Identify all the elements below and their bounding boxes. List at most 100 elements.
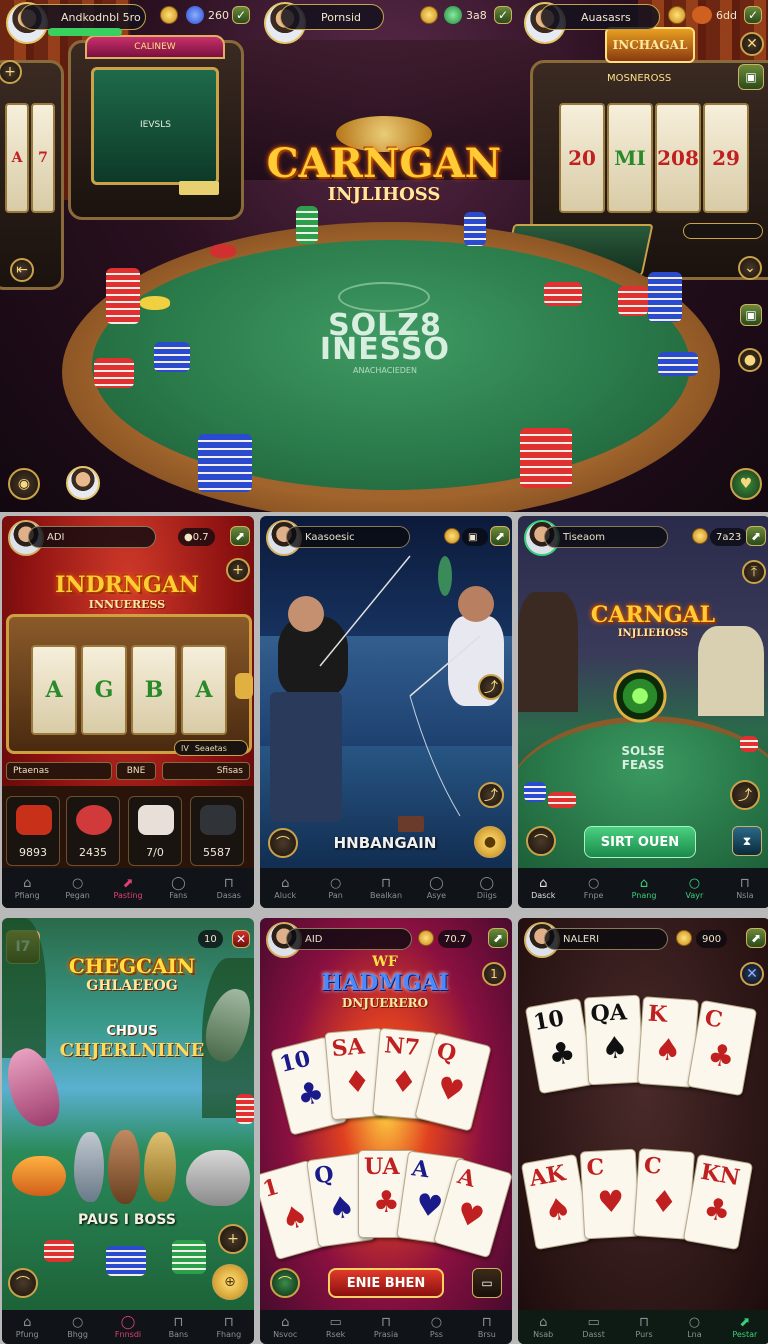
- bottom-nav: ⌂ Pfung ○ Bhgg ◯ Fnnsdi ⊓ Bans ⊓ Fhang: [2, 1310, 254, 1344]
- tile-table[interactable]: Tiseaom 7a23 ⬈ ⤒ CARNGAL INJLIEHOSS SOLS…: [518, 516, 768, 908]
- nav-home[interactable]: ⌂ Dasck: [518, 868, 568, 908]
- slot-lever[interactable]: [235, 673, 253, 699]
- nav-label: Pegan: [65, 890, 90, 900]
- slots-logo-subtitle: INNUERESS: [88, 598, 166, 611]
- nav-bag[interactable]: ⊓ Prasia: [361, 1310, 411, 1344]
- nav-search[interactable]: ○ Pss: [411, 1310, 461, 1344]
- wallet-icon[interactable]: ▭: [472, 1268, 502, 1298]
- gift-icon[interactable]: ▣: [740, 304, 762, 326]
- nav-active[interactable]: ⬈ Pestar: [720, 1310, 768, 1344]
- reel-icon[interactable]: ⤴: [478, 782, 504, 808]
- home-icon: ⌂: [539, 875, 548, 891]
- nav-profile[interactable]: ⊓ Brsu: [462, 1310, 512, 1344]
- nav-search[interactable]: ○ Fnpe: [568, 868, 618, 908]
- nav-chat[interactable]: ◯ Asye: [411, 868, 461, 908]
- nav-bag[interactable]: ⊓ Bans: [153, 1310, 203, 1344]
- nav-home[interactable]: ⌂ Aluck: [260, 868, 310, 908]
- nav-profile[interactable]: ⊓ Fhang: [204, 1310, 254, 1344]
- nav-home[interactable]: ⌂ Pfiang: [2, 868, 52, 908]
- shop-icon[interactable]: ⬈: [746, 526, 766, 546]
- pin-icon[interactable]: ⤒: [742, 560, 766, 584]
- nav-active[interactable]: ⬈ Pasting: [103, 868, 153, 908]
- hourglass-icon[interactable]: ⧗: [732, 826, 762, 856]
- item-value: 9893: [19, 846, 47, 859]
- item-apple[interactable]: 2435: [66, 796, 120, 866]
- bet-field[interactable]: Ptaenas: [6, 762, 112, 780]
- nav-bag[interactable]: ⊓ Purs: [619, 1310, 669, 1344]
- tile-cards-promo[interactable]: AID 70.7 ⬈ 1 WF HADMGAI DNJUERERO 10 ♣ SA…: [260, 918, 512, 1344]
- machine-button[interactable]: [179, 181, 219, 195]
- nav-home[interactable]: ⌂ Nsab: [518, 1310, 568, 1344]
- settings-icon[interactable]: ✕: [740, 32, 764, 56]
- spin-field[interactable]: Sfisas: [162, 762, 250, 780]
- menu-icon[interactable]: ▣: [738, 64, 764, 90]
- cast-icon[interactable]: ⤴: [478, 674, 504, 700]
- promo-logo-title: HADMGAI: [321, 970, 449, 996]
- search-icon: ○: [329, 875, 342, 891]
- add-icon[interactable]: +: [218, 1224, 248, 1254]
- tile-fish-game[interactable]: I7 10 ✕ CHEGCAIN GHLAEEOG CHDUS CHJERLNI…: [2, 918, 254, 1344]
- shop-icon[interactable]: ⬈: [230, 526, 250, 546]
- shop-icon[interactable]: ⬈: [488, 928, 508, 948]
- gift-icon: ⬈: [739, 1314, 751, 1330]
- tile-slots[interactable]: ADI ● 0.7 ⬈ + INDRNGAN INNUERESS A G B A…: [2, 516, 254, 908]
- chat-icon: ◯: [120, 1314, 136, 1330]
- nav-home[interactable]: ⌂ Nsvoc: [260, 1310, 310, 1344]
- spinner-wheel[interactable]: [610, 666, 670, 726]
- nav-chat[interactable]: ◯ Fans: [153, 868, 203, 908]
- nav-search-2[interactable]: ○ Vayr: [669, 868, 719, 908]
- item-ruby[interactable]: 9893: [6, 796, 60, 866]
- nav-label: Nsla: [736, 890, 754, 900]
- nav-search[interactable]: ○ Bhgg: [52, 1310, 102, 1344]
- exit-icon[interactable]: ⇤: [10, 258, 34, 282]
- slot-reel-3: B: [131, 645, 177, 735]
- nav-search[interactable]: ○ Pegan: [52, 868, 102, 908]
- nav-label: Bhgg: [67, 1329, 88, 1339]
- up-icon[interactable]: ⤴: [730, 780, 760, 810]
- start-button[interactable]: SIRT OUEN: [584, 826, 696, 858]
- eye-icon[interactable]: ◉: [8, 468, 40, 500]
- back-icon[interactable]: ⌒: [526, 826, 556, 856]
- nav-list[interactable]: ▭ Rsek: [310, 1310, 360, 1344]
- player2-name: Pornsid: [321, 10, 362, 24]
- nav-list[interactable]: ▭ Dasst: [568, 1310, 618, 1344]
- chip-stack-red-2: [44, 1240, 74, 1262]
- nav-search[interactable]: ○ Lna: [669, 1310, 719, 1344]
- shop-icon[interactable]: ⬈: [746, 928, 766, 948]
- gold-icon[interactable]: ⊕: [212, 1264, 248, 1300]
- nav-home[interactable]: ⌂ Pfung: [2, 1310, 52, 1344]
- card-rank: Q: [434, 1037, 459, 1068]
- nav-active[interactable]: ⌂ Pnang: [619, 868, 669, 908]
- tile-card-hand[interactable]: NALERI 900 ⬈ ✕ 10 ♣ QA ♠ K ♠ C ♣ AK ♠ C ♥ C ♦ K…: [518, 918, 768, 1344]
- table-logo-title: CARNGAL: [590, 602, 716, 628]
- seat-player-avatar[interactable]: [66, 466, 100, 500]
- nav-profile[interactable]: ⊓ Nsla: [720, 868, 768, 908]
- playing-card[interactable]: QA ♠: [583, 994, 645, 1086]
- nav-profile[interactable]: ⊓ Dasas: [204, 868, 254, 908]
- play-button[interactable]: ENIE BHEN: [328, 1268, 444, 1298]
- chevron-down-icon[interactable]: ⌄: [738, 256, 762, 280]
- back-icon[interactable]: ⌒: [268, 828, 298, 858]
- shop-icon[interactable]: ✓: [232, 6, 250, 24]
- table-subtitle: INESSO: [319, 332, 451, 367]
- slot-sub-value: Seaetas: [194, 743, 227, 753]
- nav-search[interactable]: ○ Pan: [310, 868, 360, 908]
- back-icon[interactable]: ⌒: [8, 1268, 38, 1298]
- mode-toggle[interactable]: BNE: [116, 762, 156, 780]
- back-icon[interactable]: ⌒: [270, 1268, 300, 1298]
- shop-icon[interactable]: ✓: [494, 6, 512, 24]
- heart-icon[interactable]: ♥: [730, 468, 762, 500]
- item-dice[interactable]: 7/0: [128, 796, 182, 866]
- close-icon[interactable]: ✕: [232, 930, 250, 948]
- nav-active[interactable]: ◯ Fnnsdi: [103, 1310, 153, 1344]
- playing-card[interactable]: C ♥: [579, 1148, 641, 1240]
- nav-label: Dasck: [531, 890, 556, 900]
- nav-bag[interactable]: ⊓ Bealkan: [361, 868, 411, 908]
- tile-fishing[interactable]: Kaasoesic ▣ ⬈ ⤴ ⤴ ⌒ ● HNBANGAIN ⌂ Aluck ○…: [260, 516, 512, 908]
- record-icon[interactable]: ●: [738, 348, 762, 372]
- nav-profile[interactable]: ◯ Diigs: [462, 868, 512, 908]
- shop-icon[interactable]: ✓: [744, 6, 762, 24]
- shuffle-icon[interactable]: ✕: [740, 962, 764, 986]
- gold-icon[interactable]: ●: [474, 826, 506, 858]
- item-wallet[interactable]: 5587: [190, 796, 244, 866]
